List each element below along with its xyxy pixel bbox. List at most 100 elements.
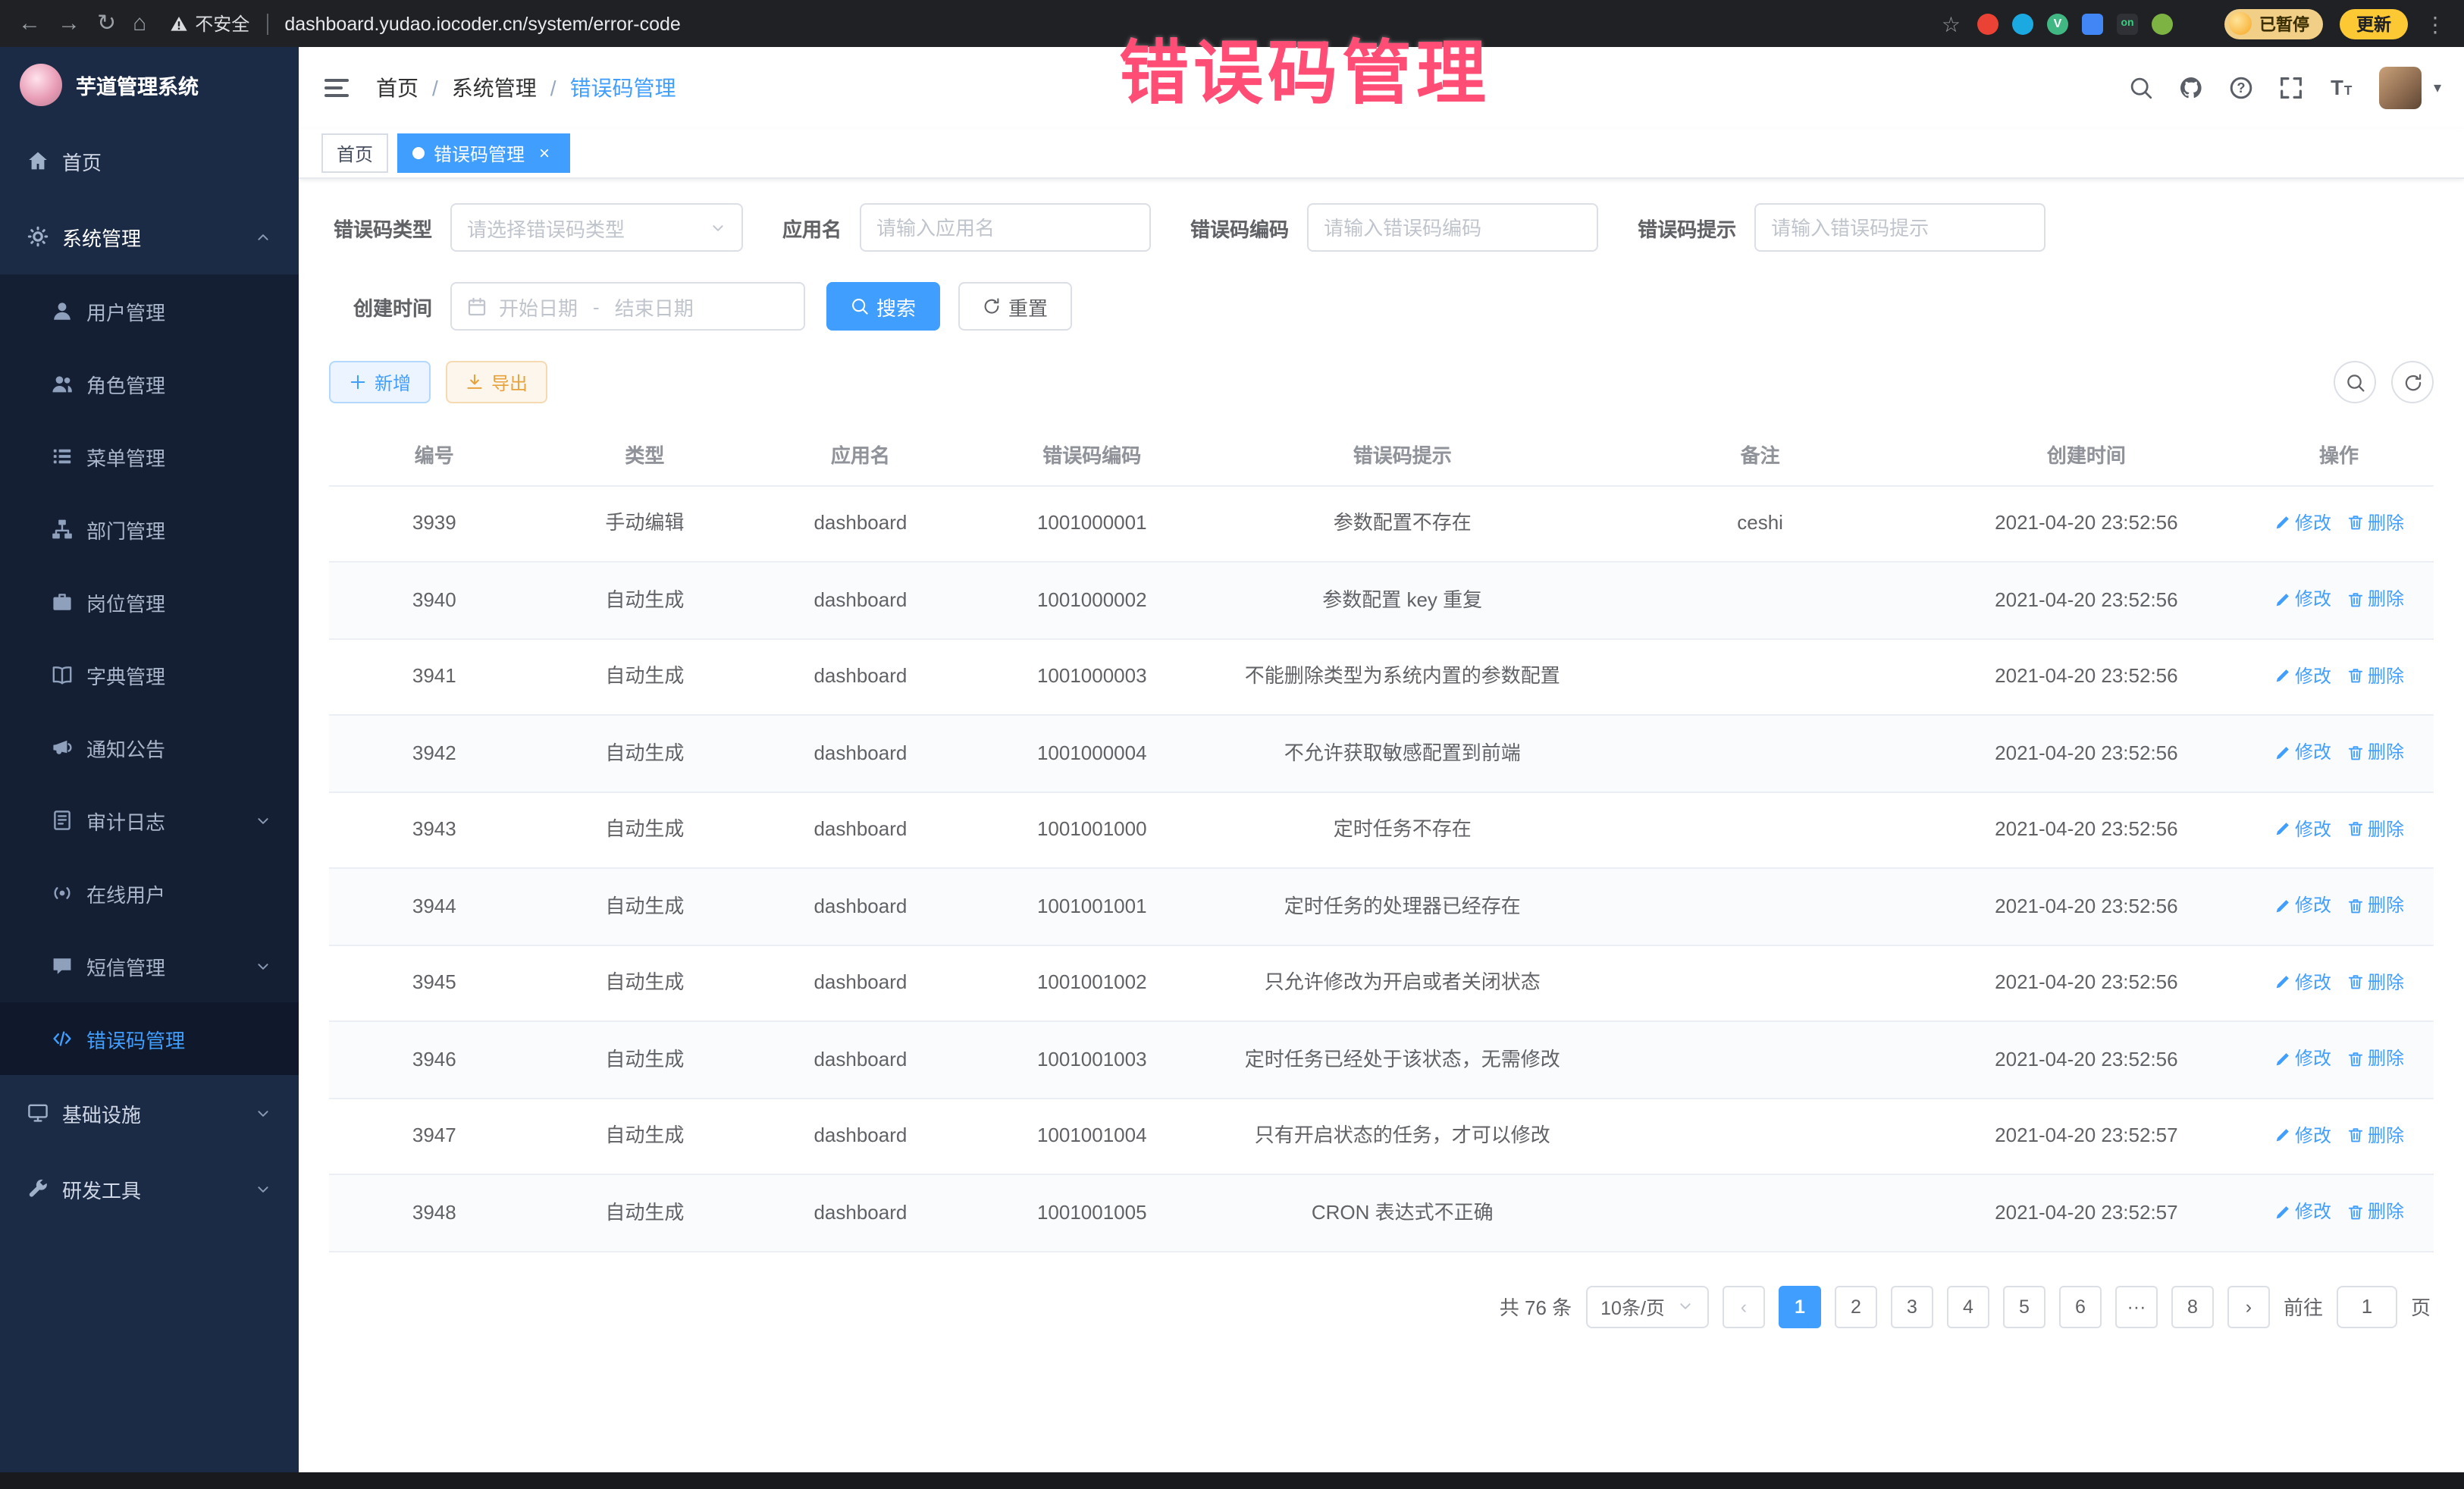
browser-update-button[interactable]: 更新 [2340,8,2408,39]
breadcrumb-item[interactable]: 系统管理 [452,73,537,103]
profile-avatar [2229,12,2252,35]
extension-grid-icon[interactable] [2082,13,2103,34]
sidebar-item[interactable]: 短信管理 [0,929,299,1002]
sidebar-item[interactable]: 系统管理 [0,199,299,274]
delete-link[interactable]: 删除 [2346,1121,2404,1149]
sidebar-item[interactable]: 岗位管理 [0,566,299,638]
app-logo[interactable]: 芋道管理系统 [0,47,299,123]
breadcrumb-item[interactable]: 首页 [376,73,419,103]
edit-link[interactable]: 修改 [2274,738,2331,766]
edit-link[interactable]: 修改 [2274,585,2331,613]
sidebar-item[interactable]: 用户管理 [0,274,299,347]
github-icon[interactable] [2179,76,2203,100]
edit-link[interactable]: 修改 [2274,1121,2331,1149]
sidebar-item[interactable]: 字典管理 [0,638,299,711]
svg-text:?: ? [2237,80,2245,96]
delete-icon [2346,1203,2363,1220]
pager-page-button[interactable]: 1 [1779,1285,1821,1328]
delete-link[interactable]: 删除 [2346,892,2404,919]
sidebar-item[interactable]: 菜单管理 [0,420,299,493]
search-button-label: 搜索 [876,292,916,321]
delete-link[interactable]: 删除 [2346,662,2404,689]
edit-link[interactable]: 修改 [2274,662,2331,689]
toggle-search-button[interactable] [2334,361,2376,403]
profile-chip[interactable]: 已暂停 [2224,8,2323,39]
chevron-down-icon[interactable]: ▾ [2434,80,2441,96]
pager-page-button[interactable]: 6 [2059,1285,2102,1328]
search-icon[interactable] [2129,76,2153,100]
extension-blue-icon[interactable] [2012,13,2033,34]
browser-home-icon[interactable]: ⌂ [133,12,146,35]
edit-link[interactable]: 修改 [2274,1045,2331,1072]
sidebar-item[interactable]: 通知公告 [0,711,299,784]
sidebar-item[interactable]: 错误码管理 [0,1002,299,1075]
delete-link[interactable]: 删除 [2346,815,2404,842]
sidebar-toggle-icon[interactable] [321,73,352,103]
help-icon[interactable]: ? [2229,76,2253,100]
sidebar-item[interactable]: 部门管理 [0,493,299,566]
delete-link[interactable]: 删除 [2346,738,2404,766]
pin-extension-icon[interactable] [2187,13,2208,34]
user-avatar[interactable] [2379,67,2422,109]
export-button[interactable]: 导出 [446,361,547,403]
reload-icon[interactable]: ↻ [97,12,116,35]
cell-created: 2021-04-20 23:52:56 [1929,562,2244,638]
proxy-switch-icon[interactable]: on [2117,13,2138,34]
sidebar-item[interactable]: 在线用户 [0,857,299,929]
close-icon[interactable]: × [534,143,555,164]
sidebar-item[interactable]: 角色管理 [0,347,299,420]
pager-page-button[interactable]: 3 [1891,1285,1933,1328]
pager-more-button[interactable]: ··· [2115,1285,2158,1328]
reset-button[interactable]: 重置 [958,282,1072,331]
edit-link[interactable]: 修改 [2274,1198,2331,1225]
browser-chrome: ← → ↻ ⌂ 不安全 dashboard.yudao.iocoder.cn/s… [0,0,2464,47]
tag-item[interactable]: 首页 [321,133,388,173]
forward-icon[interactable]: → [58,12,80,35]
security-indicator[interactable]: 不安全 [169,11,249,36]
pagination: 共 76 条 10条/页 ‹ 123456···8 › 前往 页 [329,1252,2434,1328]
edit-link[interactable]: 修改 [2274,892,2331,919]
pager-next-button[interactable]: › [2227,1285,2270,1328]
cell-created: 2021-04-20 23:52:57 [1929,1098,2244,1174]
page-size-select[interactable]: 10条/页 [1585,1285,1709,1328]
sidebar-item-label: 研发工具 [62,1174,141,1203]
delete-link[interactable]: 删除 [2346,1198,2404,1225]
error-hint-input[interactable] [1754,203,2045,252]
refresh-table-button[interactable] [2391,361,2434,403]
vue-devtools-icon[interactable]: V [2047,13,2068,34]
fullscreen-icon[interactable] [2279,76,2303,100]
delete-link[interactable]: 删除 [2346,1045,2404,1072]
delete-icon [2346,897,2363,914]
pager-goto-input[interactable] [2337,1285,2397,1328]
error-code-input[interactable] [1307,203,1598,252]
sidebar-item[interactable]: 首页 [0,123,299,199]
tag-active[interactable]: 错误码管理× [397,133,570,173]
pager-page-button[interactable]: 8 [2171,1285,2214,1328]
delete-link[interactable]: 删除 [2346,509,2404,536]
pager-prev-button[interactable]: ‹ [1723,1285,1765,1328]
sidebar-item[interactable]: 审计日志 [0,784,299,857]
sidebar-item[interactable]: 研发工具 [0,1151,299,1227]
delete-link[interactable]: 删除 [2346,585,2404,613]
bookmark-star-icon[interactable]: ☆ [1942,13,1961,34]
pager-page-button[interactable]: 2 [1835,1285,1877,1328]
delete-link[interactable]: 删除 [2346,968,2404,995]
date-range-picker[interactable]: 开始日期 - 结束日期 [450,282,805,331]
sidebar-item[interactable]: 基础设施 [0,1075,299,1151]
app-name-input[interactable] [860,203,1151,252]
extension-green-icon[interactable] [2152,13,2173,34]
browser-menu-icon[interactable]: ⋮ [2425,13,2446,34]
extension-red-icon[interactable] [1977,13,1998,34]
edit-link[interactable]: 修改 [2274,968,2331,995]
back-icon[interactable]: ← [18,12,41,35]
error-type-select[interactable]: 请选择错误码类型 [450,203,743,252]
pager-page-button[interactable]: 4 [1947,1285,1989,1328]
edit-link[interactable]: 修改 [2274,815,2331,842]
address-bar[interactable]: dashboard.yudao.iocoder.cn/system/error-… [284,13,681,34]
add-button[interactable]: 新增 [329,361,431,403]
font-size-icon[interactable]: TT [2329,76,2353,100]
pager-page-button[interactable]: 5 [2003,1285,2045,1328]
edit-link[interactable]: 修改 [2274,509,2331,536]
search-button[interactable]: 搜索 [826,282,940,331]
sidebar-item-label: 用户管理 [86,296,165,325]
